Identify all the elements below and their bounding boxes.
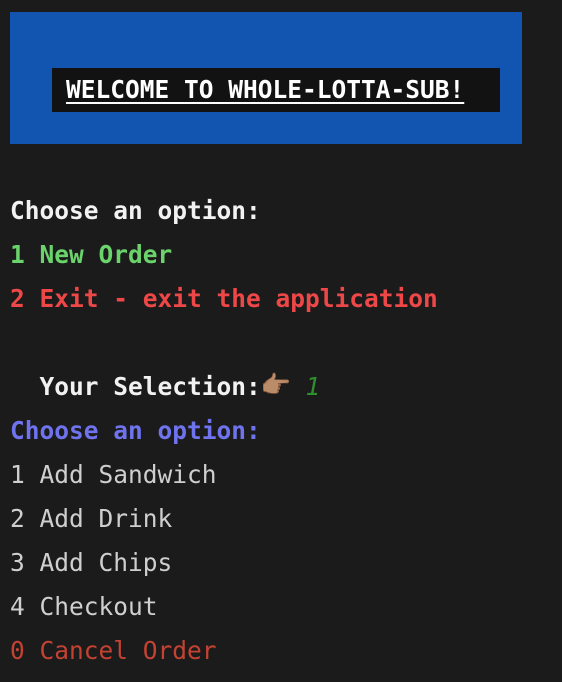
menu-option-add-drink: 2 Add Drink: [10, 504, 173, 533]
menu-option-checkout: 4 Checkout: [10, 592, 158, 621]
menu-option-add-chips: 3 Add Chips: [10, 548, 173, 577]
selection-prompt-line[interactable]: Your Selection:👉🏽 1: [10, 321, 321, 401]
selection-prompt: Your Selection:: [39, 372, 261, 401]
welcome-banner: WELCOME TO WHOLE-LOTTA-SUB!: [10, 12, 522, 144]
menu-option-exit: 2 Exit - exit the application: [10, 284, 438, 313]
selection-input-value[interactable]: 1: [306, 372, 321, 401]
banner-title: WELCOME TO WHOLE-LOTTA-SUB!: [52, 68, 500, 112]
menu-option-cancel-order: 0 Cancel Order: [10, 636, 217, 665]
order-menu-heading: Choose an option:: [10, 416, 261, 445]
pointing-hand-icon: 👉🏽: [260, 370, 292, 399]
menu-option-add-sandwich: 1 Add Sandwich: [10, 460, 217, 489]
home-menu-heading: Choose an option:: [10, 196, 261, 225]
menu-option-new-order: 1 New Order: [10, 240, 173, 269]
